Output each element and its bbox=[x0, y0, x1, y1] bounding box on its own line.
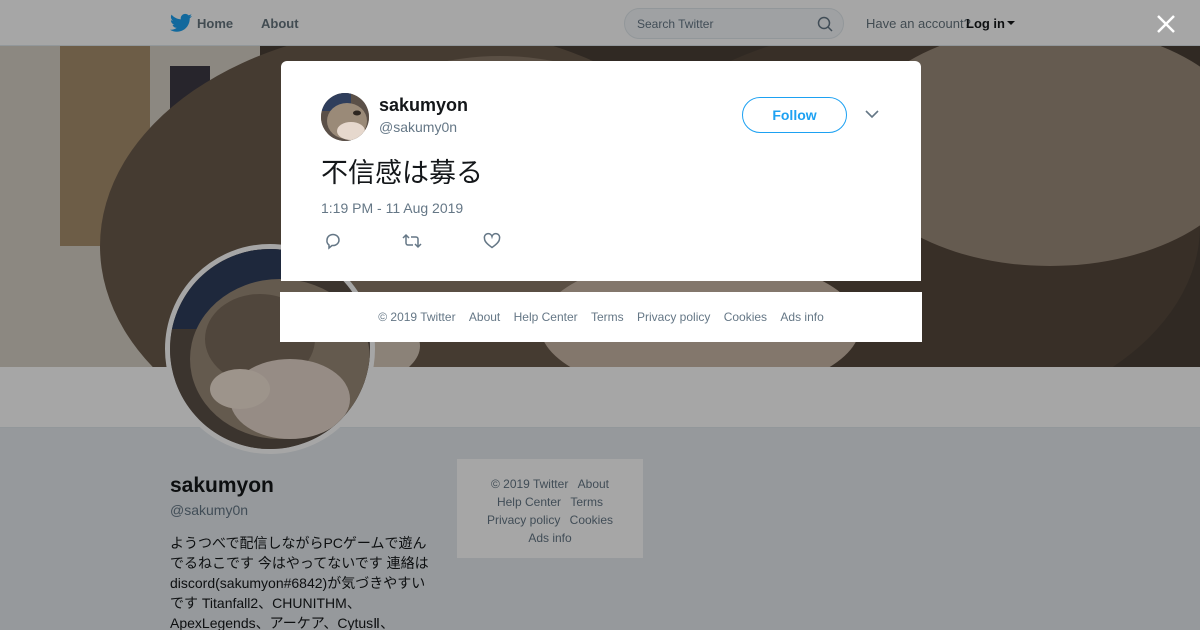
like-icon[interactable] bbox=[483, 232, 501, 250]
tweet-modal: sakumyon @sakumy0n Follow 不信感は募る 1:19 PM… bbox=[281, 61, 921, 281]
tweet-text: 不信感は募る bbox=[321, 158, 483, 189]
tweet-author-handle[interactable]: @sakumy0n bbox=[379, 119, 457, 135]
modal-footer-about-link[interactable]: About bbox=[469, 310, 500, 324]
reply-icon[interactable] bbox=[324, 232, 342, 250]
modal-footer: © 2019 Twitter About Help Center Terms P… bbox=[280, 292, 922, 342]
tweet-timestamp[interactable]: 1:19 PM - 11 Aug 2019 bbox=[321, 200, 463, 216]
modal-footer-privacy-link[interactable]: Privacy policy bbox=[637, 310, 710, 324]
follow-button[interactable]: Follow bbox=[742, 97, 847, 133]
modal-footer-cookies-link[interactable]: Cookies bbox=[724, 310, 767, 324]
close-icon[interactable] bbox=[1156, 14, 1176, 34]
tweet-author-avatar[interactable] bbox=[321, 93, 369, 141]
modal-footer-terms-link[interactable]: Terms bbox=[591, 310, 624, 324]
tweet-author-name[interactable]: sakumyon bbox=[379, 95, 468, 116]
modal-footer-ads-link[interactable]: Ads info bbox=[780, 310, 823, 324]
modal-footer-help-link[interactable]: Help Center bbox=[514, 310, 578, 324]
retweet-icon[interactable] bbox=[402, 232, 422, 250]
chevron-down-icon[interactable] bbox=[865, 109, 879, 119]
modal-footer-copyright: © 2019 Twitter bbox=[378, 310, 456, 324]
